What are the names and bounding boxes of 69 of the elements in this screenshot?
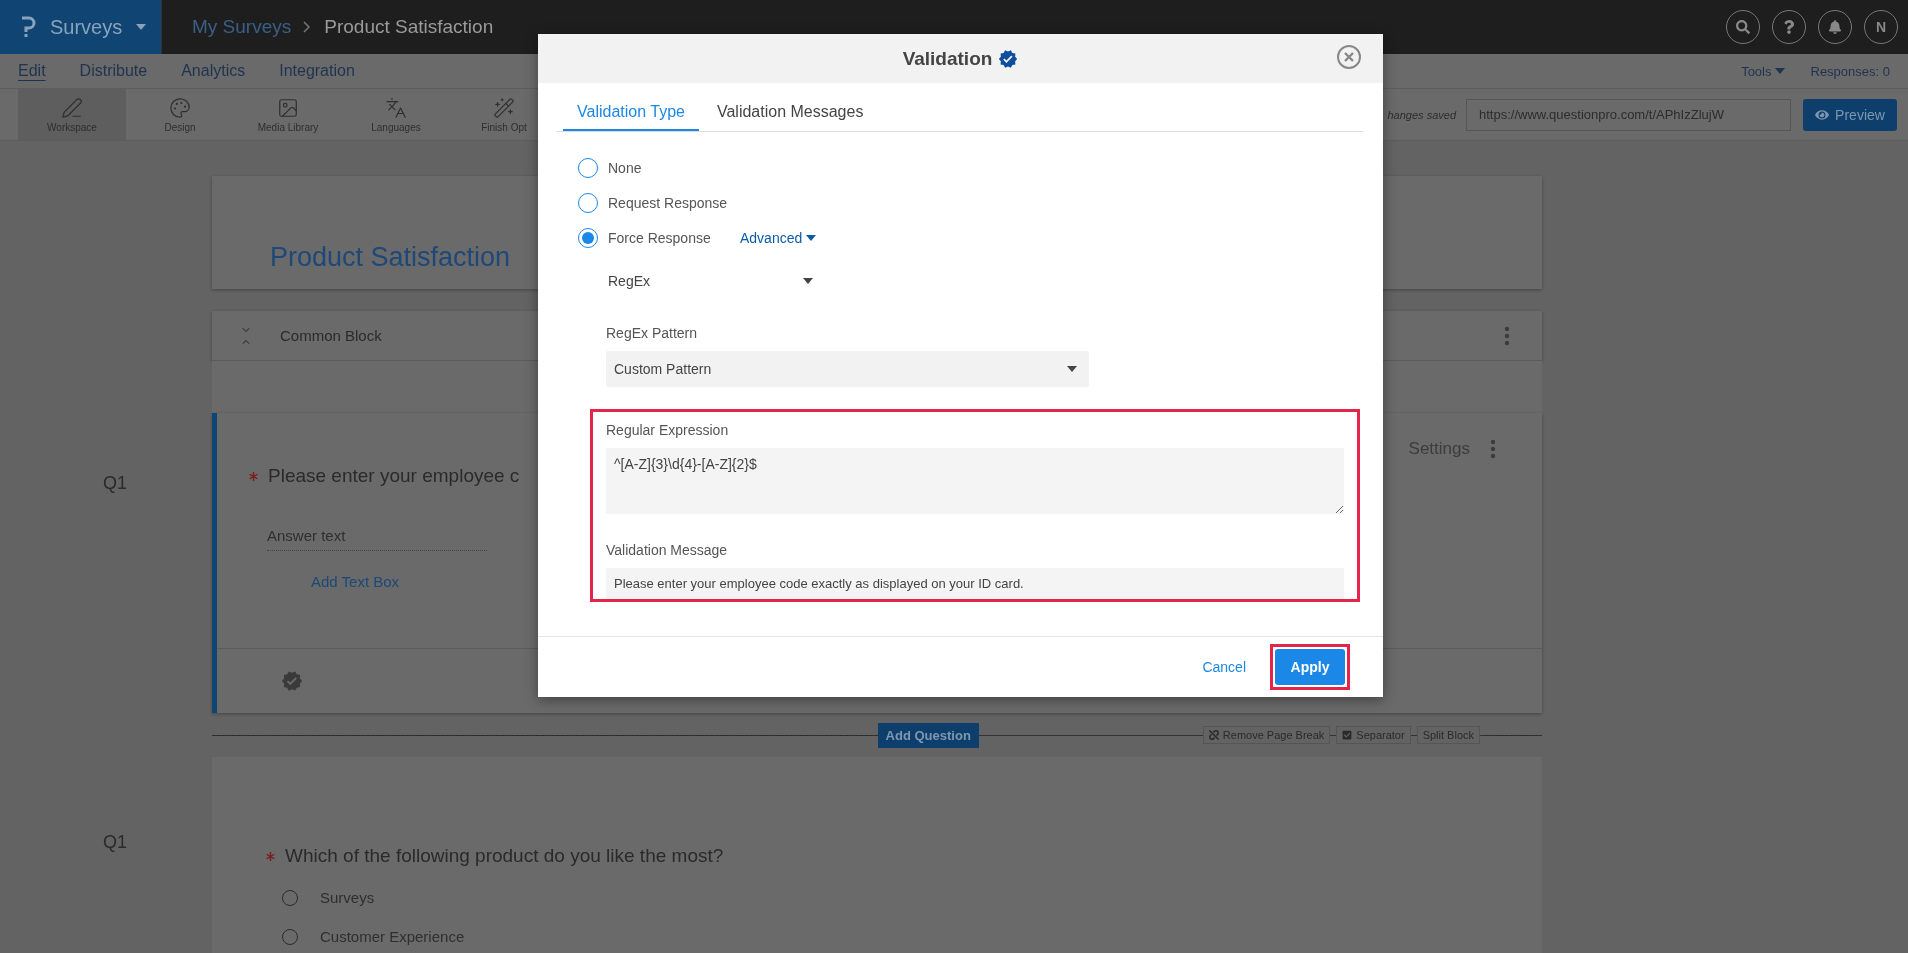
chevron-icon bbox=[303, 21, 311, 33]
wand-icon bbox=[493, 96, 515, 119]
unlink-icon bbox=[1208, 730, 1219, 740]
question-text: Please enter your employee c bbox=[268, 465, 520, 487]
apply-button[interactable]: Apply bbox=[1275, 649, 1345, 685]
pen-icon bbox=[61, 96, 83, 119]
logo-icon bbox=[20, 15, 36, 39]
add-question-button[interactable]: Add Question bbox=[877, 722, 979, 748]
caret-icon bbox=[803, 278, 813, 284]
caret-icon bbox=[1067, 366, 1077, 372]
radio-label: None bbox=[608, 159, 643, 176]
question-number: Q1 bbox=[103, 832, 127, 853]
breadcrumb-current: Product Satisfaction bbox=[324, 16, 494, 38]
preview-button[interactable]: Preview bbox=[1803, 98, 1897, 131]
caret-icon bbox=[1774, 68, 1785, 74]
survey-url-field[interactable]: https://www.questionpro.com/t/APhIzZlujW bbox=[1466, 98, 1791, 131]
block-name: Common Block bbox=[280, 327, 382, 344]
app-menu-label: Surveys bbox=[50, 15, 123, 39]
regex-field[interactable]: ^[A-Z]{3}\d{4}-[A-Z]{2}$ bbox=[606, 448, 1344, 515]
eye-icon bbox=[1815, 107, 1830, 122]
menu-tab[interactable]: Edit bbox=[18, 62, 46, 80]
answer-field[interactable]: Answer text bbox=[267, 527, 487, 551]
save-status: hanges saved bbox=[1387, 108, 1456, 121]
close-button[interactable] bbox=[1337, 45, 1361, 69]
advanced-dropdown[interactable]: Advanced bbox=[740, 229, 817, 246]
breadcrumb-link[interactable]: My Surveys bbox=[192, 16, 292, 38]
block-action-button[interactable]: Split Block bbox=[1416, 726, 1480, 744]
palette-icon bbox=[169, 96, 191, 119]
more-icon[interactable] bbox=[1490, 439, 1496, 459]
question-text: Which of the following product do you like the most? bbox=[285, 845, 724, 867]
help-icon bbox=[1782, 20, 1796, 34]
field-label: Regular Expression bbox=[606, 422, 730, 438]
block-action-button[interactable]: Separator bbox=[1336, 726, 1411, 744]
option-label: Customer Experience bbox=[320, 928, 465, 945]
menu-tab[interactable]: Distribute bbox=[79, 62, 148, 80]
app-switcher[interactable]: Surveys bbox=[0, 0, 162, 54]
validation-kind-dropdown[interactable]: RegEx bbox=[608, 273, 813, 289]
toolbar-item[interactable]: Finish Opt bbox=[450, 89, 558, 140]
verified-icon[interactable] bbox=[281, 670, 303, 692]
pattern-dropdown[interactable]: Custom Pattern bbox=[606, 351, 1089, 387]
radio-label: Request Response bbox=[608, 194, 729, 211]
menu-tab[interactable]: Analytics bbox=[181, 62, 246, 80]
bell-icon bbox=[1828, 20, 1842, 34]
image-icon bbox=[277, 96, 299, 119]
dialog-title: Validation bbox=[902, 47, 993, 70]
verified-icon bbox=[998, 48, 1019, 69]
survey-title: Product Satisfaction bbox=[270, 242, 511, 273]
dialog-tab[interactable]: Validation Messages bbox=[702, 103, 878, 131]
languages-icon bbox=[385, 96, 407, 119]
menu-tab[interactable]: Integration bbox=[279, 62, 355, 80]
option-label: Surveys bbox=[320, 889, 375, 906]
radio-label: Force Response bbox=[608, 229, 712, 246]
block-action-button[interactable]: Remove Page Break bbox=[1202, 726, 1331, 744]
toolbar-item[interactable]: Languages bbox=[342, 89, 450, 140]
field-label: Validation Message bbox=[606, 542, 729, 559]
toolbar-item[interactable]: Design bbox=[126, 89, 234, 140]
message-field[interactable]: Please enter your employee code exactly as displayed on your ID card. bbox=[606, 568, 1344, 599]
close-icon bbox=[1344, 52, 1354, 62]
dialog-tab[interactable]: Validation Type bbox=[563, 103, 699, 131]
more-icon[interactable] bbox=[1504, 325, 1510, 346]
cancel-button[interactable]: Cancel bbox=[1196, 658, 1252, 676]
tools-menu[interactable]: Tools bbox=[1741, 63, 1785, 79]
responses-count: Responses: 0 bbox=[1810, 63, 1890, 79]
question-number: Q1 bbox=[103, 473, 127, 494]
checkbox-icon bbox=[1342, 730, 1353, 740]
field-label: RegEx Pattern bbox=[606, 325, 699, 341]
caret-icon bbox=[136, 24, 147, 30]
caret-icon bbox=[806, 234, 817, 241]
search-icon bbox=[1736, 20, 1750, 34]
